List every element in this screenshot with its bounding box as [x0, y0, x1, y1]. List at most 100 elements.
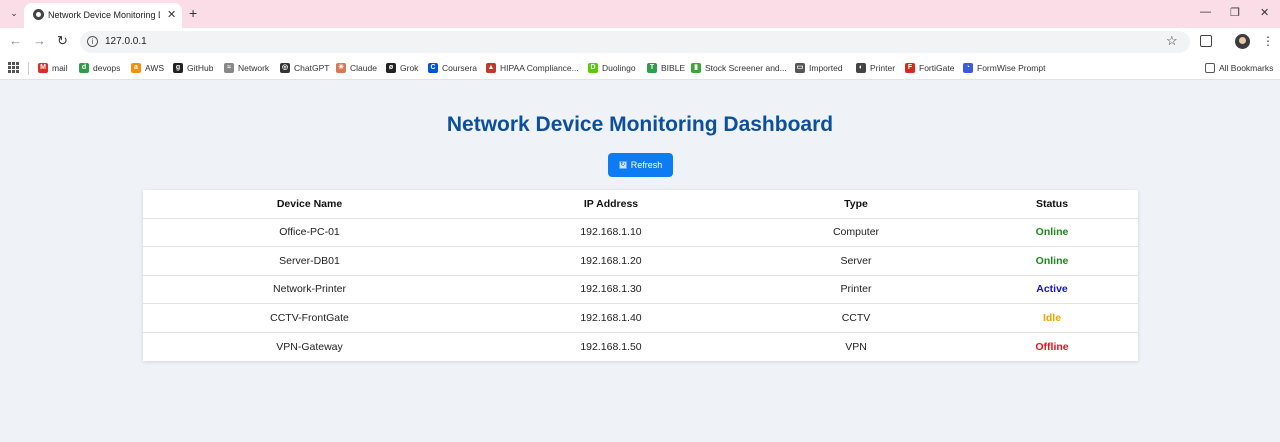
- reload-icon[interactable]: ↻: [57, 34, 68, 48]
- table-header-row: Device Name IP Address Type Status: [143, 190, 1138, 219]
- ip-address-cell: 192.168.1.50: [580, 340, 642, 353]
- apps-grid-icon[interactable]: [8, 62, 19, 73]
- table-row: Network-Printer 192.168.1.30 Printer Active: [143, 275, 1138, 305]
- status-cell: Online: [966, 246, 1138, 276]
- bible-icon: T: [647, 63, 657, 73]
- back-arrow-icon[interactable]: ←: [9, 34, 22, 48]
- bookmark-label: Claude: [350, 63, 377, 73]
- close-window-icon[interactable]: ✕: [1260, 6, 1269, 19]
- device-name-cell: Office-PC-01: [143, 218, 476, 248]
- coursera-icon: C: [428, 63, 438, 73]
- table-row: Server-DB01 192.168.1.20 Server Online: [143, 246, 1138, 276]
- bookmark-label: BIBLE: [661, 63, 686, 73]
- device-name-cell: Network-Printer: [143, 275, 476, 305]
- folder-icon: ▭: [795, 63, 805, 73]
- bookmark-6[interactable]: ✳ Claude: [336, 61, 377, 75]
- bookmark-10[interactable]: D Duolingo: [588, 61, 636, 75]
- device-table-card: Device Name IP Address Type Status Offic…: [143, 190, 1138, 361]
- bookmark-label: ChatGPT: [294, 63, 330, 73]
- aws-icon: a: [131, 63, 141, 73]
- bookmark-label: Coursera: [442, 63, 477, 73]
- ip-address-cell: 192.168.1.40: [476, 303, 746, 333]
- ip-address-cell: 192.168.1.20: [476, 246, 746, 276]
- bookmark-label: Imported: [809, 63, 843, 73]
- page-body: Network Device Monitoring Dashboard ↻ Re…: [0, 81, 1280, 442]
- grok-icon: ø: [386, 63, 396, 73]
- forward-arrow-icon[interactable]: →: [33, 34, 46, 48]
- bookmark-12[interactable]: ▮ Stock Screener and...: [691, 61, 787, 75]
- bookmark-5[interactable]: ◎ ChatGPT: [280, 61, 329, 75]
- bookmark-label: Duolingo: [602, 63, 636, 73]
- fortigate-icon: F: [905, 63, 915, 73]
- device-type-cell: CCTV: [746, 303, 966, 333]
- bookmark-14[interactable]: ◐ Printer: [856, 61, 895, 75]
- status-cell: Online: [966, 218, 1138, 248]
- bookmark-7[interactable]: ø Grok: [386, 61, 418, 75]
- column-header-status: Status: [966, 190, 1138, 219]
- formwise-icon: ◔: [963, 63, 973, 73]
- printer-icon: ◐: [856, 63, 866, 73]
- device-type-cell: VPN: [845, 340, 867, 353]
- refresh-icon: ↻: [618, 161, 627, 169]
- new-tab-plus-icon[interactable]: +: [189, 5, 197, 21]
- bookmark-star-icon[interactable]: ☆: [1166, 33, 1178, 49]
- bookmark-16[interactable]: ◔ FormWise Prompt: [963, 61, 1045, 75]
- bookmark-2[interactable]: a AWS: [131, 61, 164, 75]
- device-type-cell: Server: [746, 246, 966, 276]
- profile-avatar[interactable]: [1235, 34, 1250, 49]
- table-row: CCTV-FrontGate 192.168.1.40 CCTV Idle: [143, 303, 1138, 333]
- claude-icon: ✳: [336, 63, 346, 73]
- close-tab-icon[interactable]: ✕: [167, 8, 176, 21]
- tab-search-chevron-icon[interactable]: ⌄: [6, 5, 22, 21]
- bookmark-label: AWS: [145, 63, 165, 73]
- bookmark-3[interactable]: g GitHub: [173, 61, 213, 75]
- minimize-icon[interactable]: —: [1200, 6, 1211, 18]
- table-row: Office-PC-01 192.168.1.10 Computer Online: [143, 218, 1138, 248]
- folder-icon: [1205, 63, 1215, 73]
- bookmark-0[interactable]: Mmail: [38, 61, 68, 75]
- status-cell: Idle: [966, 303, 1138, 333]
- all-bookmarks-button[interactable]: All Bookmarks: [1205, 61, 1273, 75]
- page-title: Network Device Monitoring Dashboard: [446, 113, 834, 136]
- status-cell: Offline: [1035, 340, 1069, 353]
- bookmark-label: Grok: [400, 63, 419, 73]
- bookmark-label: Stock Screener and...: [705, 63, 787, 73]
- address-bar[interactable]: i 127.0.0.1 ☆: [80, 31, 1190, 53]
- url-text[interactable]: 127.0.0.1: [105, 36, 147, 47]
- bookmark-label: Network: [238, 63, 270, 73]
- bookmark-1[interactable]: d devops: [79, 61, 120, 75]
- bookmark-11[interactable]: T BIBLE: [647, 61, 685, 75]
- bookmarks-bar: All Bookmarks Mmail d devops a AWS g GitHub ≈ Ne…: [0, 56, 1280, 80]
- status-cell: Active: [966, 275, 1138, 305]
- bookmark-label: GitHub: [187, 63, 214, 73]
- menu-kebab-icon[interactable]: ⋮: [1262, 34, 1274, 48]
- bookmark-13[interactable]: ▭ Imported: [795, 61, 843, 75]
- device-type-cell: Computer: [746, 218, 966, 248]
- site-info-icon[interactable]: i: [87, 36, 98, 47]
- bookmark-label: HIPAA Compliance...: [500, 63, 579, 73]
- gmail-icon: M: [38, 63, 48, 73]
- restore-icon[interactable]: ❐: [1230, 6, 1240, 19]
- bookmark-8[interactable]: C Coursera: [428, 61, 477, 75]
- bookmark-4[interactable]: ≈ Network: [224, 61, 269, 75]
- table-row: VPN-Gateway 192.168.1.50 VPN Offline: [143, 332, 1138, 361]
- chatgpt-icon: ◎: [280, 63, 290, 73]
- extensions-puzzle-icon[interactable]: [1200, 35, 1212, 47]
- hipaa-icon: ▲: [486, 63, 496, 73]
- device-table: Device Name IP Address Type Status Offic…: [143, 190, 1138, 361]
- tab-strip: ⌄ Network Device Monitoring Da ✕ + — ❐ ✕: [0, 0, 1280, 28]
- all-bookmarks-label: All Bookmarks: [1219, 63, 1274, 73]
- device-type-cell: Printer: [746, 275, 966, 305]
- stock-screener-icon: ▮: [691, 63, 701, 73]
- device-name-cell: CCTV-FrontGate: [143, 303, 476, 333]
- browser-tab[interactable]: Network Device Monitoring Da ✕: [24, 3, 182, 28]
- github-icon: g: [173, 63, 183, 73]
- refresh-button[interactable]: ↻ Refresh: [608, 153, 673, 177]
- column-header-ip-address: IP Address: [476, 190, 746, 219]
- bookmark-9[interactable]: ▲ HIPAA Compliance...: [486, 61, 579, 75]
- column-header-device-name: Device Name: [143, 190, 476, 219]
- bookmark-label: FortiGate: [919, 63, 955, 73]
- bookmark-15[interactable]: F FortiGate: [905, 61, 954, 75]
- devops-icon: d: [79, 63, 89, 73]
- network-icon: ≈: [224, 63, 234, 73]
